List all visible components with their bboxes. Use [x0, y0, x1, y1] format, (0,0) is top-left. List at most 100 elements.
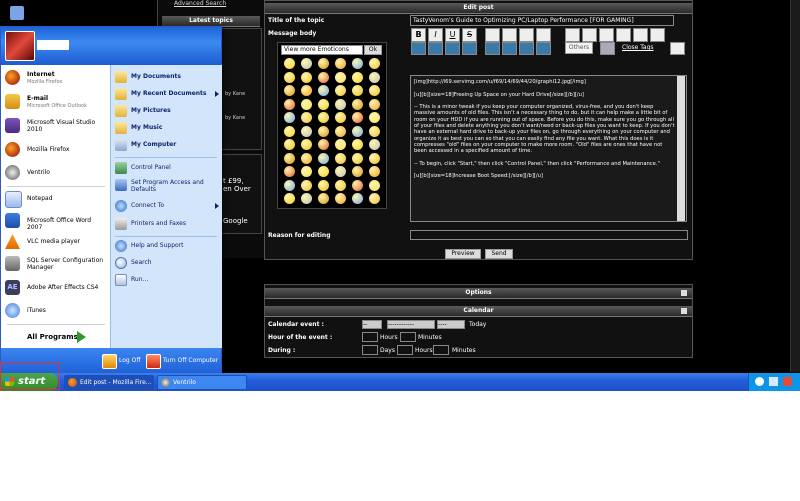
emoticon-icon[interactable]	[318, 166, 329, 177]
run[interactable]: Run...	[115, 274, 220, 287]
emoticon-icon[interactable]	[284, 139, 295, 150]
preview-button[interactable]: Preview	[445, 249, 481, 259]
emoticon-icon[interactable]	[335, 125, 346, 137]
taskbar-item-firefox[interactable]: Edit post - Mozilla Fire...	[64, 375, 154, 390]
emoticon-icon[interactable]	[301, 58, 312, 69]
emoticon-icon[interactable]	[318, 58, 329, 69]
message-textarea[interactable]: [img]http://i69.servimg.com/u/f69/14/69/…	[410, 75, 687, 222]
my-pictures[interactable]: My Pictures	[115, 105, 220, 118]
days-input[interactable]	[362, 345, 378, 355]
emoticon-icon[interactable]	[335, 98, 346, 110]
italic-button[interactable]: I	[428, 28, 443, 42]
emoticon-icon[interactable]	[301, 125, 312, 137]
month-select[interactable]: ------------	[387, 320, 435, 329]
emoticon-icon[interactable]	[369, 58, 380, 69]
send-button[interactable]: Send	[485, 249, 513, 259]
emoticon-icon[interactable]	[369, 193, 380, 204]
format-button[interactable]	[411, 42, 426, 55]
emoticon-icon[interactable]	[284, 193, 295, 204]
emoticon-icon[interactable]	[335, 166, 346, 177]
emoticon-icon[interactable]	[352, 166, 363, 177]
format-button[interactable]	[428, 42, 443, 55]
program-after-effects[interactable]: AE Adobe After Effects CS4	[5, 280, 108, 296]
emoticon-icon[interactable]	[284, 112, 295, 123]
emoticon-icon[interactable]	[284, 166, 295, 177]
emoticon-icon[interactable]	[284, 125, 295, 137]
reason-input[interactable]	[410, 230, 688, 240]
emoticon-icon[interactable]	[301, 98, 312, 110]
log-off-button[interactable]: Log Off	[102, 354, 142, 369]
format-button[interactable]	[536, 42, 551, 55]
year-select[interactable]: ----	[437, 320, 465, 329]
format-button[interactable]	[485, 42, 500, 55]
program-sql-server[interactable]: SQL Server Configuration Manager	[5, 256, 108, 274]
program-firefox[interactable]: Mozilla Firefox	[5, 142, 108, 158]
emoticon-icon[interactable]	[318, 193, 329, 204]
my-music[interactable]: My Music	[115, 122, 220, 135]
emoticon-icon[interactable]	[318, 71, 329, 83]
window-scrollbar[interactable]	[790, 0, 800, 372]
emoticon-icon[interactable]	[352, 112, 363, 123]
video-button[interactable]	[650, 28, 665, 42]
emoticon-icon[interactable]	[301, 85, 312, 96]
emoticon-icon[interactable]	[369, 125, 380, 137]
program-notepad[interactable]: Notepad	[5, 191, 108, 208]
emoticon-icon[interactable]	[352, 179, 363, 191]
format-button[interactable]	[502, 42, 517, 55]
emoticon-icon[interactable]	[352, 152, 363, 164]
emoticons-select[interactable]: View more Emoticons	[281, 45, 363, 55]
help-tray-icon[interactable]	[755, 377, 764, 386]
emoticon-icon[interactable]	[369, 71, 380, 83]
emoticon-icon[interactable]	[301, 193, 312, 204]
advanced-search-link[interactable]: Advanced Search	[174, 0, 226, 7]
program-vlc[interactable]: VLC media player	[5, 234, 108, 250]
help-and-support[interactable]: Help and Support	[115, 240, 220, 253]
emoticon-icon[interactable]	[369, 85, 380, 96]
bold-button[interactable]: B	[411, 28, 426, 42]
program-internet[interactable]: Internet Mozilla Firefox	[5, 70, 108, 88]
security-tray-icon[interactable]	[783, 377, 792, 386]
set-program-access[interactable]: Set Program Access and Defaults	[115, 179, 220, 197]
settings-icon[interactable]	[600, 42, 615, 55]
program-itunes[interactable]: iTunes	[5, 303, 108, 319]
emoticon-icon[interactable]	[301, 139, 312, 150]
my-computer[interactable]: My Computer	[115, 139, 220, 152]
close-tags-link[interactable]: Close Tags	[622, 44, 654, 51]
my-documents[interactable]: My Documents	[115, 71, 220, 84]
format-button[interactable]	[445, 42, 460, 55]
during-minutes-input[interactable]	[433, 345, 449, 355]
format-button[interactable]	[462, 42, 477, 55]
emoticon-icon[interactable]	[318, 139, 329, 150]
emoticon-icon[interactable]	[335, 139, 346, 150]
title-input[interactable]: TastyVenom's Guide to Optimizing PC/Lapt…	[410, 15, 674, 26]
day-select[interactable]: --	[362, 320, 382, 329]
latest-topic-author[interactable]: by Kane	[225, 91, 245, 97]
code-button[interactable]	[599, 28, 614, 42]
search[interactable]: Search	[115, 257, 220, 270]
strike-button[interactable]: S	[462, 28, 477, 42]
program-email[interactable]: E-mail Microsoft Office Outlook	[5, 94, 108, 112]
emoticon-icon[interactable]	[352, 58, 363, 69]
emoticon-icon[interactable]	[369, 139, 380, 150]
emoticon-icon[interactable]	[301, 152, 312, 164]
today-label[interactable]: Today	[469, 321, 486, 328]
link-button[interactable]	[633, 28, 648, 42]
emoticon-icon[interactable]	[352, 98, 363, 110]
emoticon-icon[interactable]	[352, 71, 363, 83]
list-button[interactable]	[565, 28, 580, 42]
textarea-scrollbar[interactable]	[677, 76, 685, 221]
printers-and-faxes[interactable]: Printers and Faxes	[115, 218, 220, 231]
emoticon-icon[interactable]	[352, 125, 363, 137]
hours-input[interactable]	[362, 332, 378, 342]
align-center-button[interactable]	[502, 28, 517, 42]
network-tray-icon[interactable]	[769, 377, 778, 386]
emoticon-icon[interactable]	[335, 179, 346, 191]
emoticon-icon[interactable]	[369, 112, 380, 123]
program-visual-studio[interactable]: Microsoft Visual Studio 2010	[5, 118, 108, 136]
emoticon-icon[interactable]	[301, 179, 312, 191]
emoticon-icon[interactable]	[335, 71, 346, 83]
emoticon-icon[interactable]	[318, 85, 329, 96]
emoticons-ok-button[interactable]: Ok	[364, 45, 382, 55]
emoticon-icon[interactable]	[352, 139, 363, 150]
emoticon-icon[interactable]	[335, 152, 346, 164]
